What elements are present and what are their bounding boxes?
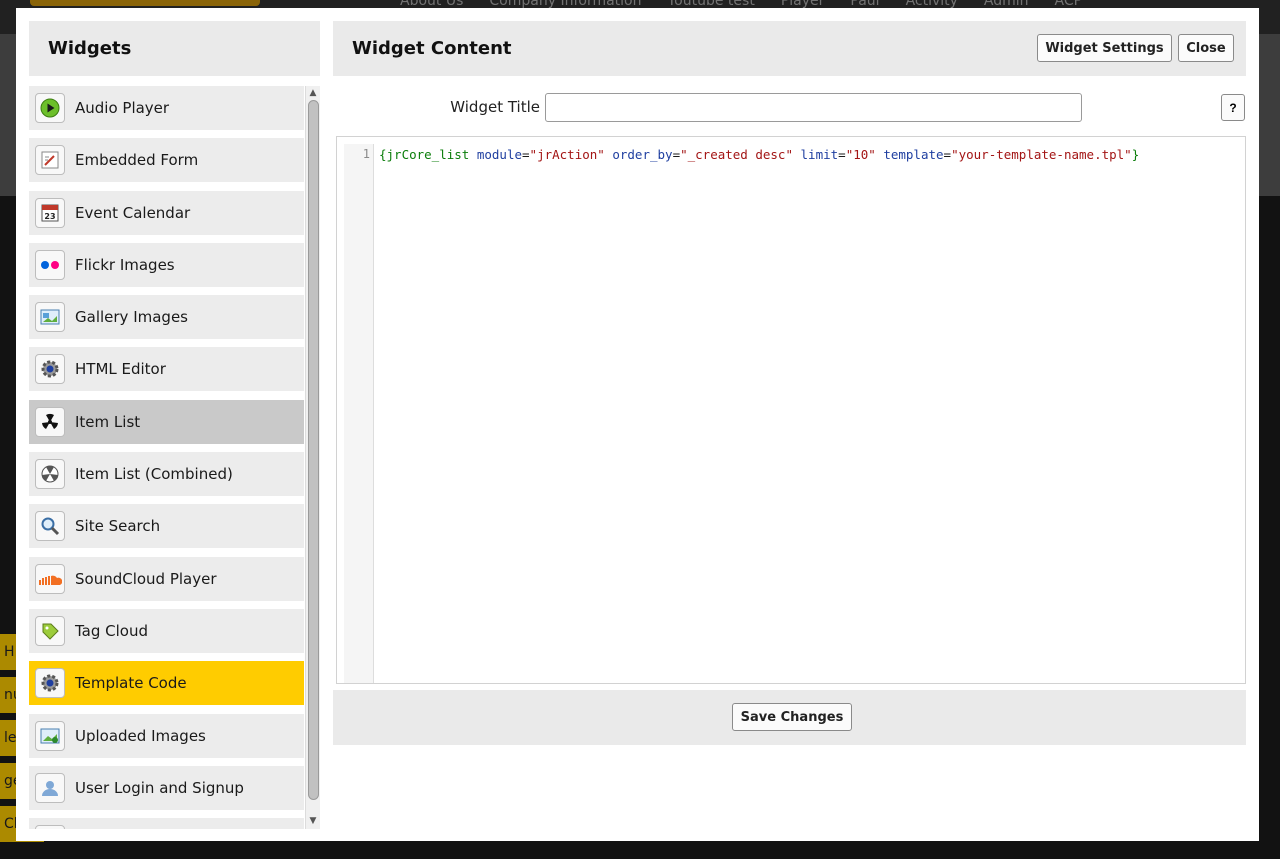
code-attr-value: "_created desc" (680, 147, 793, 162)
widget-item-label: HTML Editor (75, 360, 166, 379)
widget-item-label: Tag Cloud (75, 621, 149, 640)
widget-item-site-search[interactable]: Site Search (29, 504, 304, 549)
radiation-outline-icon (35, 459, 65, 490)
upload-image-icon (35, 720, 65, 751)
widget-item-label: Item List (75, 412, 141, 431)
widget-item-soundcloud-player[interactable]: SoundCloud Player (29, 556, 304, 601)
code-attr-value: "10" (845, 147, 876, 162)
widget-item-gallery-images[interactable]: Gallery Images (29, 295, 304, 340)
search-icon (35, 511, 65, 542)
widget-item-uploaded-images[interactable]: Uploaded Images (29, 713, 304, 758)
tag-icon (35, 615, 65, 646)
widget-title-input[interactable] (545, 93, 1082, 122)
widget-item-tag-cloud[interactable]: Tag Cloud (29, 608, 304, 653)
widget-footer: Save Changes (333, 690, 1246, 745)
widget-item-audio-player[interactable]: Audio Player (29, 86, 304, 130)
widget-item-user-login-signup[interactable]: User Login and Signup (29, 765, 304, 810)
widget-item-label: Site Search (75, 517, 161, 536)
widget-item-label: User Login and Signup (75, 778, 244, 797)
code-attr-name: order_by (612, 147, 673, 162)
gear-icon (35, 354, 65, 385)
code-open-brace: { (379, 147, 387, 162)
widget-item-item-list[interactable]: Item List (29, 399, 304, 444)
form-icon (35, 145, 65, 176)
widget-item-label: Item List (Combined) (75, 465, 233, 484)
widget-list: Audio Player Embedded Form 23 Event Cale… (29, 86, 304, 829)
svg-text:23: 23 (44, 212, 55, 221)
scroll-up-arrow[interactable]: ▲ (306, 86, 320, 100)
code-attr-value: "jrAction" (529, 147, 605, 162)
widget-item-template-code[interactable]: Template Code (29, 661, 304, 706)
widget-item-flickr-images[interactable]: Flickr Images (29, 242, 304, 287)
widget-item-partial[interactable] (29, 818, 304, 829)
code-attr-value: "your-template-name.tpl" (951, 147, 1132, 162)
code-editor[interactable]: 1 {jrCore_list module="jrAction" order_b… (336, 136, 1246, 684)
widget-item-label: Gallery Images (75, 308, 188, 327)
widgets-title: Widgets (48, 38, 132, 59)
widget-item-html-editor[interactable]: HTML Editor (29, 347, 304, 392)
soundcloud-icon (35, 563, 65, 594)
widget-item-label: Template Code (75, 674, 187, 693)
widget-settings-button[interactable]: Widget Settings (1037, 34, 1172, 62)
scroll-down-arrow[interactable]: ▼ (306, 814, 320, 828)
widget-title-label: Widget Title (450, 98, 540, 116)
widget-item-item-list-combined[interactable]: Item List (Combined) (29, 452, 304, 497)
code-attr-name: template (883, 147, 944, 162)
code-tag: jrCore_list (386, 147, 470, 162)
widgets-header: Widgets (29, 21, 320, 76)
gear-icon (35, 668, 65, 699)
scroll-thumb[interactable] (308, 100, 319, 800)
widget-item-label: Uploaded Images (75, 726, 206, 745)
widget-item-label: Event Calendar (75, 203, 191, 222)
widget-item-embedded-form[interactable]: Embedded Form (29, 138, 304, 183)
line-number: 1 (362, 147, 370, 161)
widget-item-label: Flickr Images (75, 255, 175, 274)
user-icon (35, 772, 65, 803)
play-icon (35, 93, 65, 123)
calendar-icon: 23 (35, 197, 65, 228)
code-attr-name: module (476, 147, 523, 162)
widget-content-header: Widget Content Widget Settings Close (333, 21, 1246, 76)
widget-list-scrollbar[interactable]: ▲ ▼ (305, 86, 320, 829)
code-attr-name: limit (800, 147, 839, 162)
flickr-icon (35, 249, 65, 280)
widget-modal: Widgets Audio Player Embedded Form 23 Ev… (16, 8, 1259, 841)
gallery-icon (35, 302, 65, 333)
save-changes-button[interactable]: Save Changes (732, 703, 852, 731)
radiation-icon (35, 406, 65, 437)
close-button[interactable]: Close (1178, 34, 1234, 62)
widget-item-label: Audio Player (75, 99, 170, 117)
code-close-brace: } (1131, 147, 1140, 162)
widget-item-label: SoundCloud Player (75, 569, 217, 588)
help-button[interactable]: ? (1221, 94, 1245, 121)
widget-icon (35, 825, 65, 829)
widget-item-event-calendar[interactable]: 23 Event Calendar (29, 190, 304, 235)
code-line[interactable]: {jrCore_list module="jrAction" order_by=… (379, 147, 1139, 162)
widget-item-label: Embedded Form (75, 151, 199, 170)
line-number-gutter: 1 (344, 144, 374, 683)
